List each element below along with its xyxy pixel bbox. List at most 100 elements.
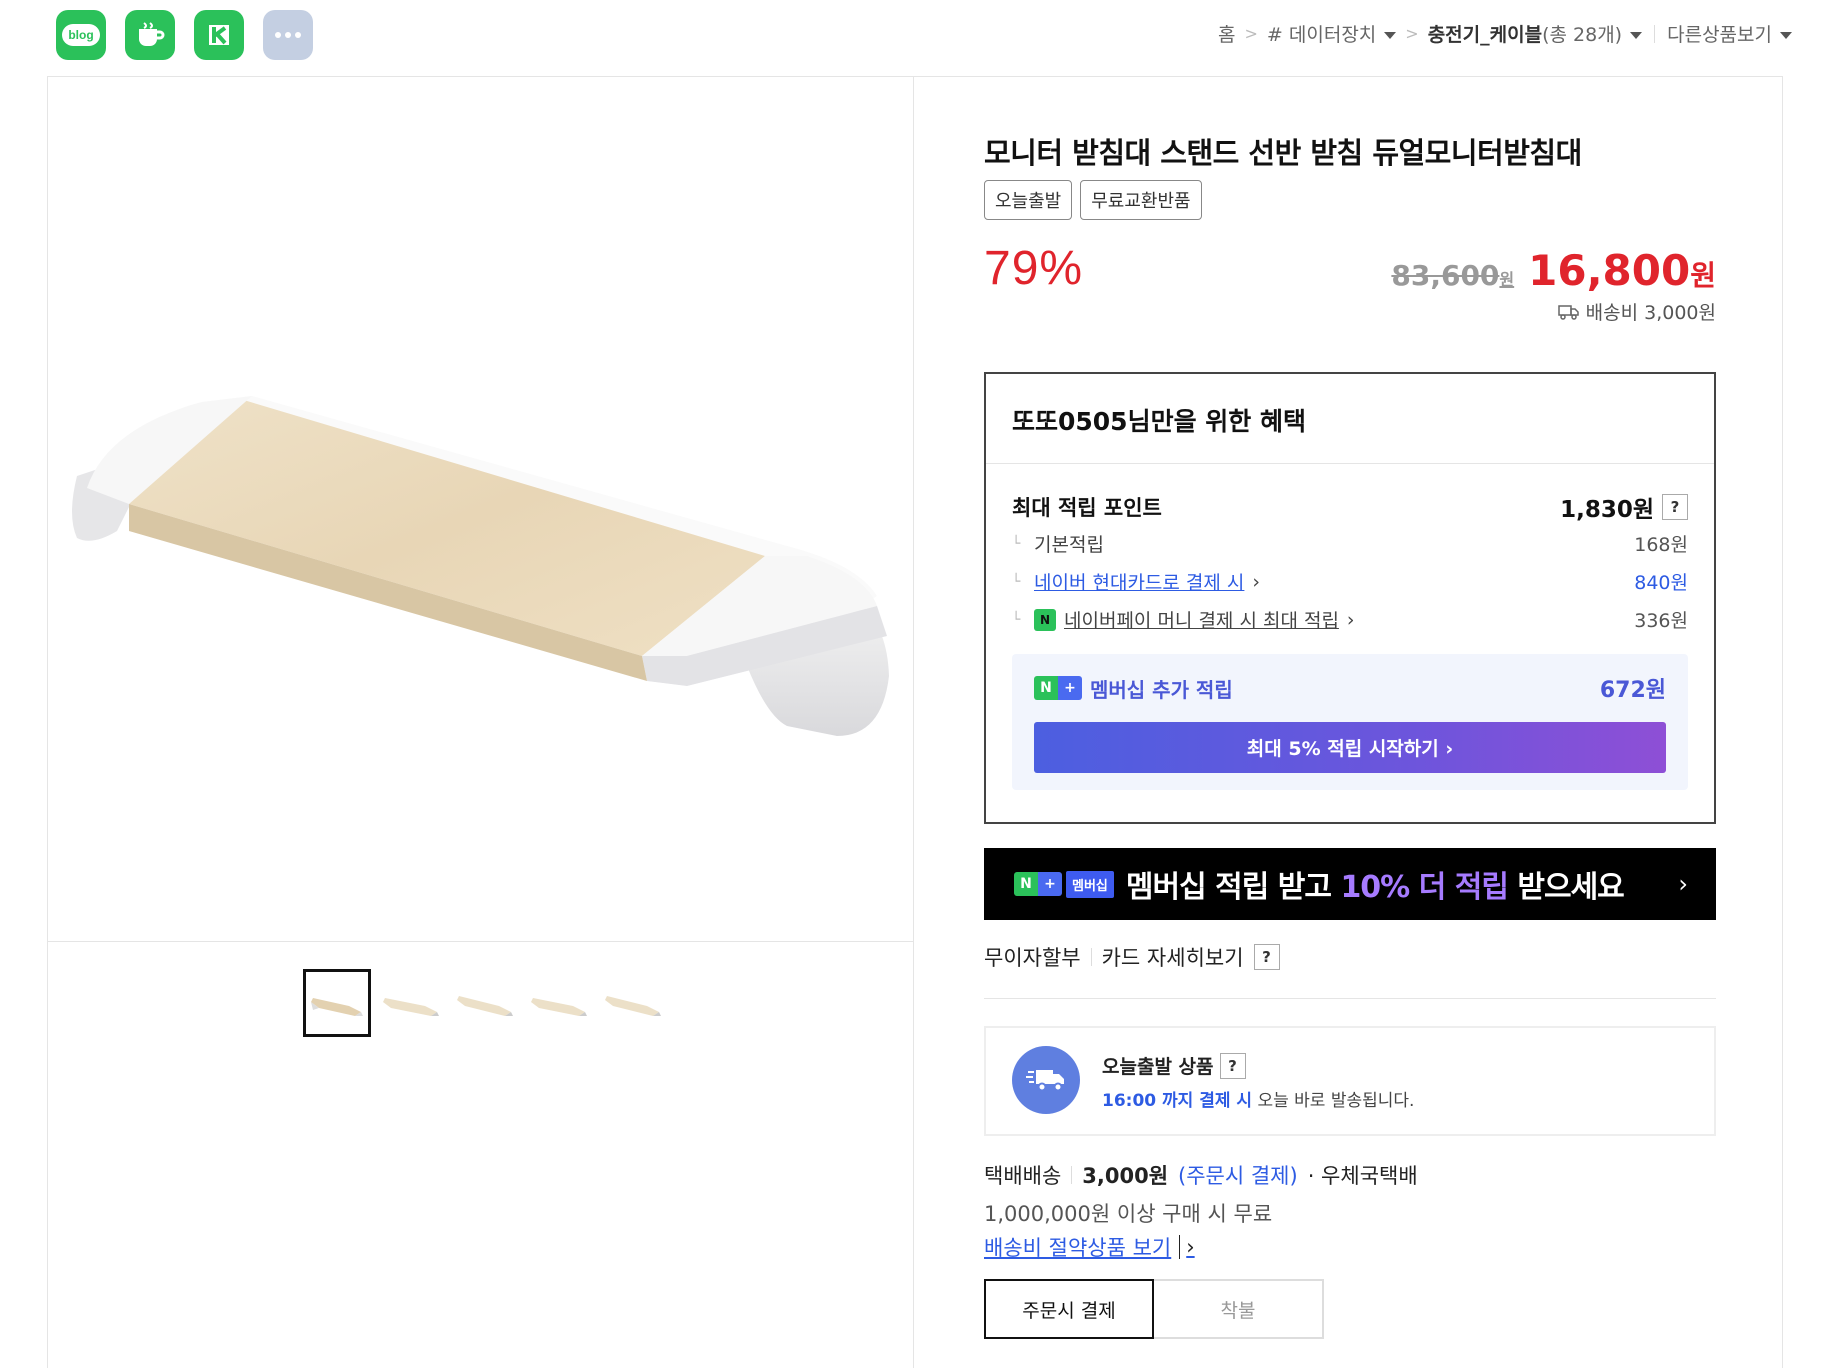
prepaid-option[interactable]: 주문시 결제 [984,1279,1154,1339]
plus-glyph: + [1058,676,1082,700]
thumbnail[interactable] [377,969,445,1037]
sale-price: 16,800원 [1528,246,1716,295]
card-benefit-link[interactable]: 네이버 현대카드로 결제 시 [1034,568,1244,595]
banner-text-b: 받으세요 [1507,870,1624,905]
shipping-fee-text: 배송비 3,000원 [1585,302,1716,324]
points-row-label: 기본적립 [1034,534,1104,556]
max-points-label: 최대 적립 포인트 [1012,496,1162,520]
tree-branch-icon: └ [1012,611,1021,628]
free-shipping-condition: 1,000,000원 이상 구매 시 무료 [984,1202,1273,1226]
divider [1654,24,1656,43]
blog-share-icon[interactable]: blog [56,10,106,60]
breadcrumb: 홈 > # 데이터장치 > 충전기_케이블(총 28개) 다른상품보기 [1218,20,1792,47]
naver-n-glyph: N [1014,872,1038,896]
cod-option[interactable]: 착불 [1154,1279,1324,1339]
thumbnail-image [605,996,661,1016]
thumbnail-strip [303,969,667,1037]
breadcrumb-category-2-count: (총 28개) [1542,24,1623,46]
thumbnail[interactable] [303,969,371,1037]
breadcrumb-separator: > [1244,24,1258,43]
card-detail-link[interactable]: 카드 자세히보기 [1102,942,1244,972]
shipping-saver-label: 배송비 절약상품 보기 [984,1236,1172,1260]
delivery-row: 택배배송 3,000원 (주문시 결제) · 우체국택배 [984,1160,1418,1190]
max-points-value-wrap: 1,830원 ? [1560,490,1688,524]
breadcrumb-separator: > [1405,24,1419,43]
delivery-truck-icon [1557,304,1579,320]
banner-text-a: 멤버십 적립 받고 [1125,870,1341,905]
fast-truck-icon [1012,1046,1080,1114]
breadcrumb-category-1-label: # 데이터장치 [1266,24,1377,46]
more-share-icon[interactable] [263,10,313,60]
banner-text: 멤버십 적립 받고 10% 더 적립 받으세요 [1125,862,1625,906]
shipping-fee: 배송비 3,000원 [1557,298,1716,325]
today-ship-desc: 16:00 까지 결제 시 오늘 바로 발송됩니다. [1102,1086,1414,1111]
caret-down-icon [1630,32,1643,39]
sale-price-unit: 원 [1690,259,1716,292]
help-icon[interactable]: ? [1253,944,1280,970]
product-badges: 오늘출발 무료교환반품 [984,180,1202,220]
npay-benefit-link[interactable]: 네이버페이 머니 결제 시 최대 적립 [1064,606,1339,633]
thumbnail[interactable] [451,969,519,1037]
original-price-value: 83,600 [1391,259,1500,292]
today-ship-title-row: 오늘출발 상품 ? [1102,1052,1246,1079]
thumbnail-image [311,998,363,1016]
points-row-npay[interactable]: └ N 네이버페이 머니 결제 시 최대 적립 › 336원 [1012,606,1688,633]
caret-down-icon [1780,32,1792,39]
chevron-right-icon: › [1252,570,1261,593]
price-row: 83,600원 16,800원 [1391,246,1716,295]
thumbnail[interactable] [599,969,667,1037]
banner-highlight: 10% 더 적립 [1340,870,1508,905]
divider [1071,1166,1073,1184]
today-ship-deadline: 16:00 까지 결제 시 [1102,1091,1253,1111]
membership-start-button[interactable]: 최대 5% 적립 시작하기 › [1034,722,1666,773]
installment-label: 무이자할부 [984,946,1081,970]
membership-label: 멤버십 추가 적립 [1090,677,1233,702]
membership-banner[interactable]: N + 멤버십 멤버십 적립 받고 10% 더 적립 받으세요 › [984,848,1716,920]
help-icon[interactable]: ? [1662,494,1688,520]
blog-label: blog [62,24,100,46]
today-ship-note: 오늘 바로 발송됩니다. [1252,1091,1415,1111]
breadcrumb-category-1[interactable]: # 데이터장치 [1266,20,1397,47]
thumbnail-image [383,998,439,1016]
chevron-right-icon: › [1678,870,1688,898]
thumbnail[interactable] [525,969,593,1037]
delivery-carrier: · 우체국택배 [1307,1164,1418,1188]
thumbnail-image [531,998,587,1016]
other-products-label: 다른상품보기 [1667,24,1772,46]
badge-free-return: 무료교환반품 [1080,180,1202,220]
benefit-title: 또또0505님만을 위한 혜택 [986,374,1714,464]
product-title: 모니터 받침대 스탠드 선반 받침 듀얼모니터받침대 [984,136,1582,170]
tree-branch-icon: └ [1012,535,1021,552]
help-icon[interactable]: ? [1219,1052,1246,1079]
benefit-box: 또또0505님만을 위한 혜택 최대 적립 포인트 1,830원 ? └ 기본적립… [984,372,1716,824]
other-products-dropdown[interactable]: 다른상품보기 [1667,20,1792,47]
npay-icon: N [1034,608,1056,631]
thumbnail-image [457,996,513,1016]
membership-box: N + 멤버십 추가 적립 672원 최대 5% 적립 시작하기 › [1012,654,1688,790]
max-points-row: 최대 적립 포인트 1,830원 ? [1012,490,1688,524]
installment-row: 무이자할부 카드 자세히보기 ? [984,942,1280,972]
discount-rate: 79% [984,242,1084,295]
chevron-right-icon: › [1346,608,1355,631]
caret-down-icon [1384,32,1397,39]
breadcrumb-home[interactable]: 홈 [1218,20,1235,47]
naver-n-glyph: N [1034,676,1058,700]
chevron-right-icon: › [1179,1235,1195,1259]
badge-today-ship: 오늘출발 [984,180,1073,220]
membership-row: N + 멤버십 추가 적립 672원 [1034,672,1666,704]
shipping-saver-link[interactable]: 배송비 절약상품 보기 › [984,1232,1195,1262]
breadcrumb-category-2[interactable]: 충전기_케이블(총 28개) [1428,20,1643,47]
divider [984,998,1716,999]
shipping-payment-toggle: 주문시 결제 착불 [984,1279,1324,1339]
kin-share-icon[interactable] [194,10,244,60]
original-price-unit: 원 [1499,270,1515,289]
naver-plus-icon: N + [1014,872,1062,896]
tree-branch-icon: └ [1012,573,1021,590]
delivery-type: 택배배송 [984,1164,1062,1188]
main-product-image[interactable] [47,76,913,942]
monitor-stand-image [72,396,889,736]
cafe-share-icon[interactable] [125,10,175,60]
sale-price-value: 16,800 [1528,246,1691,295]
points-row-card[interactable]: └ 네이버 현대카드로 결제 시 › 840원 [1012,568,1688,595]
original-price: 83,600원 [1391,259,1514,292]
